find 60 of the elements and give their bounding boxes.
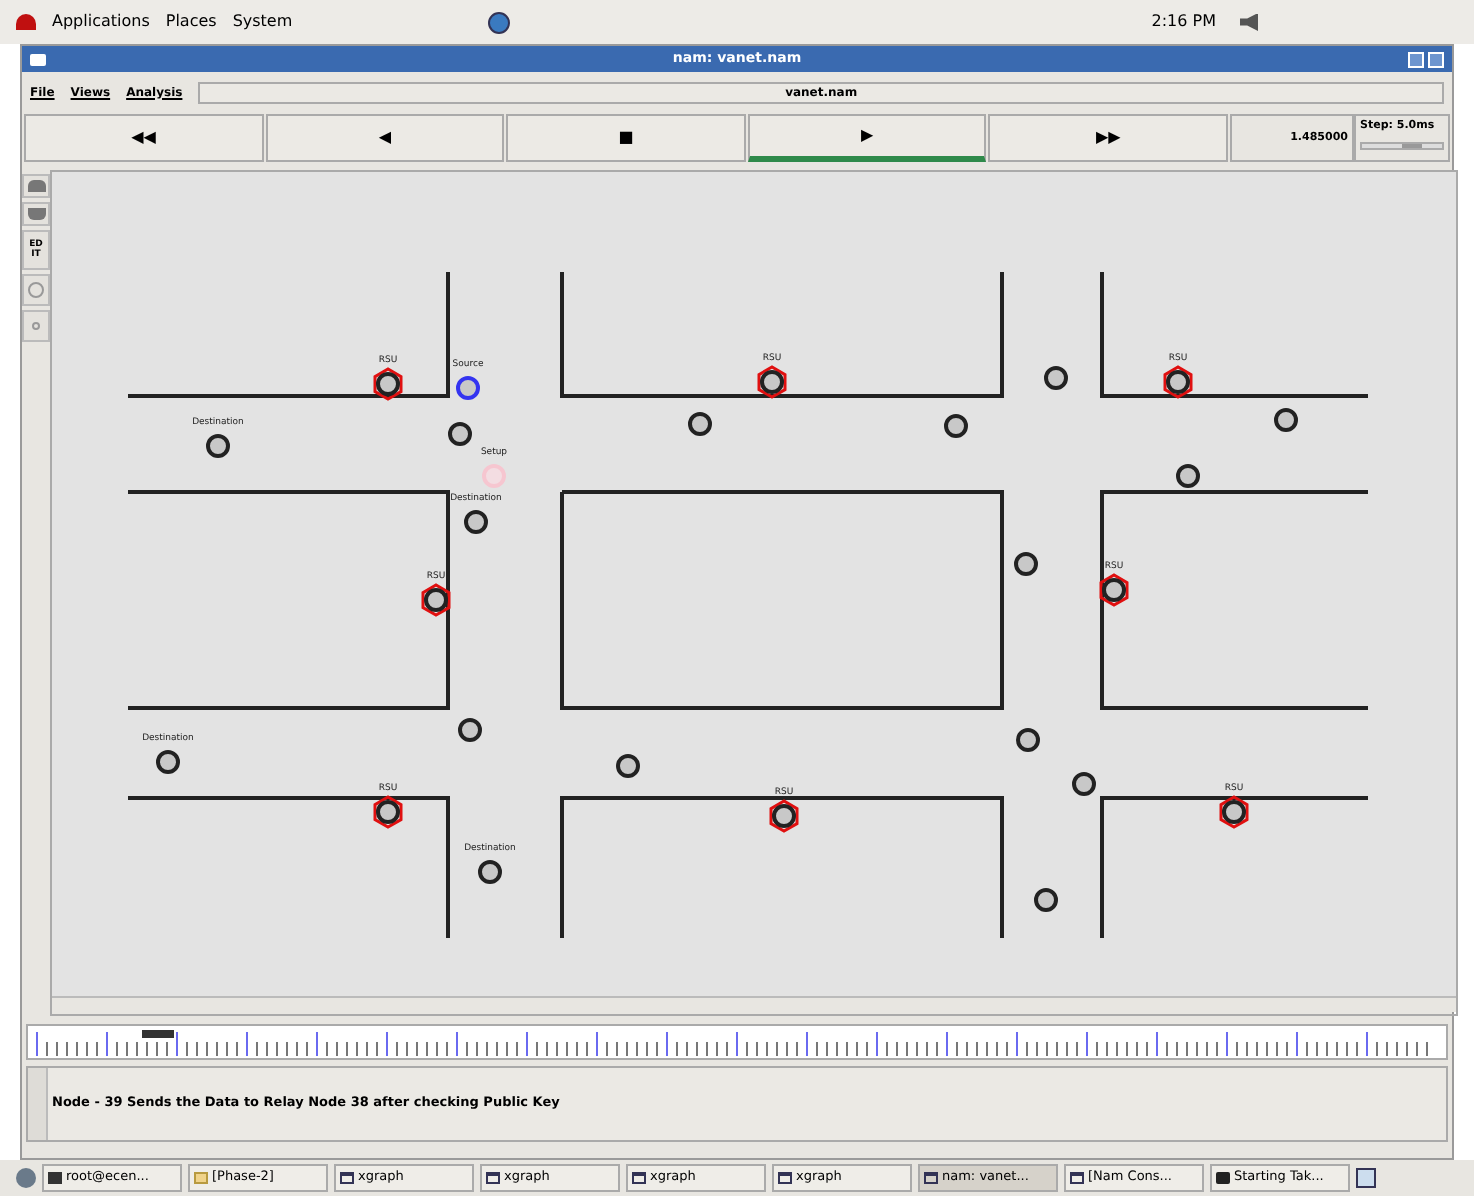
rsu-node[interactable] [373, 367, 403, 401]
rsu-node[interactable] [421, 583, 451, 617]
timeline-thumb[interactable] [140, 1028, 176, 1040]
globe-icon[interactable] [488, 11, 511, 33]
playback-button[interactable]: ▶▶ [988, 114, 1228, 162]
playback-button[interactable]: ◀ [265, 114, 505, 162]
vehicle-node[interactable] [1176, 464, 1200, 488]
hat-logo-icon[interactable] [16, 14, 36, 30]
step-slider-thumb[interactable] [1402, 144, 1423, 149]
vehicle-node[interactable] [1034, 888, 1058, 912]
vehicle-node[interactable] [458, 718, 482, 742]
rsu-node[interactable] [1219, 795, 1249, 829]
vehicle-node[interactable] [1274, 408, 1298, 432]
vehicle-node[interactable] [616, 754, 640, 778]
minimize-button[interactable] [1408, 51, 1424, 67]
panel-menu[interactable]: Applications [52, 10, 150, 34]
destination-node[interactable] [464, 510, 488, 534]
window-icon [1070, 1172, 1084, 1184]
timeline-slider[interactable] [26, 1024, 1448, 1060]
setup-node[interactable] [482, 464, 506, 488]
playback-button[interactable]: ■ [506, 114, 746, 162]
folder-icon [194, 1172, 208, 1184]
speaker-icon[interactable] [1240, 13, 1258, 31]
source-node[interactable] [456, 376, 480, 400]
destination-node[interactable] [478, 860, 502, 884]
zoom-in-button[interactable] [22, 174, 50, 198]
playback-button[interactable]: ▶ [747, 114, 987, 162]
vehicle-node[interactable] [448, 422, 472, 446]
zoom-out-button[interactable] [22, 202, 50, 226]
vehicle-node[interactable] [1014, 552, 1038, 576]
window-icon [632, 1172, 646, 1184]
terminal-icon [48, 1172, 62, 1184]
node-tool-button[interactable] [22, 310, 50, 342]
window-icon [924, 1172, 938, 1184]
rsu-node[interactable] [1163, 365, 1193, 399]
vertical-scrollbar[interactable] [28, 1068, 48, 1140]
playback-button[interactable]: ◀◀ [24, 114, 264, 162]
clock[interactable]: 2:16 PM [1151, 10, 1216, 34]
app-icon [1216, 1172, 1230, 1184]
vehicle-node[interactable] [1044, 366, 1068, 390]
destination-node[interactable] [206, 434, 230, 458]
window-menu-icon[interactable] [30, 53, 46, 65]
vehicle-node[interactable] [1016, 728, 1040, 752]
maximize-button[interactable] [1428, 51, 1444, 67]
vehicle-node[interactable] [1072, 772, 1096, 796]
vehicle-node[interactable] [688, 412, 712, 436]
window-icon [486, 1172, 500, 1184]
rsu-node[interactable] [373, 795, 403, 829]
window-icon [340, 1172, 354, 1184]
panel-menu[interactable]: Places [165, 10, 217, 34]
window-icon [778, 1172, 792, 1184]
vehicle-node[interactable] [944, 414, 968, 438]
show-desktop-icon[interactable] [16, 1168, 36, 1188]
rsu-node[interactable] [757, 365, 787, 399]
destination-node[interactable] [156, 750, 180, 774]
panel-menu[interactable]: System [232, 10, 293, 34]
rsu-node[interactable] [769, 799, 799, 833]
workspace-switcher-icon[interactable] [1356, 1168, 1376, 1188]
horizontal-scrollbar[interactable] [52, 996, 1456, 1012]
rsu-node[interactable] [1099, 573, 1129, 607]
